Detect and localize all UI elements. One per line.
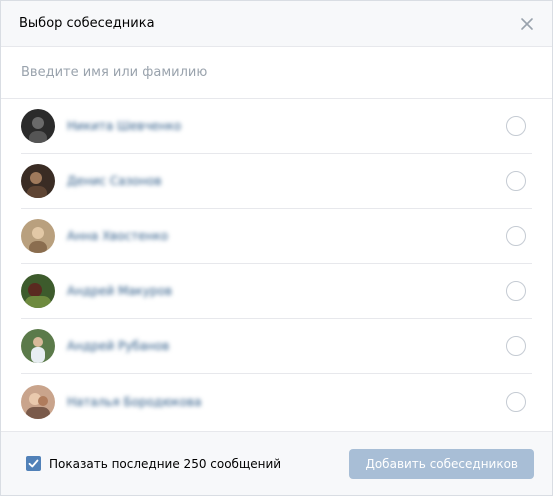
contact-name: Денис Сазонов (67, 174, 162, 188)
checkmark-icon (28, 459, 39, 468)
avatar (21, 219, 55, 253)
select-radio[interactable] (506, 281, 526, 301)
contact-name: Андрей Рубанов (67, 339, 170, 353)
avatar (21, 164, 55, 198)
avatar (21, 384, 55, 419)
dialog-footer: Показать последние 250 сообщений Добавит… (1, 431, 552, 495)
show-last-label: Показать последние 250 сообщений (49, 456, 282, 471)
avatar (21, 274, 55, 308)
contact-name: Андрей Макуров (67, 284, 173, 298)
select-radio[interactable] (506, 171, 526, 191)
select-radio[interactable] (506, 226, 526, 246)
avatar (21, 329, 55, 363)
show-last-option[interactable]: Показать последние 250 сообщений (26, 456, 281, 471)
list-item[interactable]: Андрей Рубанов (21, 319, 532, 374)
list-item[interactable]: Андрей Макуров (21, 264, 532, 319)
contact-name: Наталья Бородюкова (67, 394, 202, 409)
dialog-title: Выбор собеседника (19, 16, 155, 31)
search-input[interactable] (21, 65, 532, 80)
checkbox[interactable] (26, 456, 41, 471)
list-item[interactable]: Наталья Бородюкова (21, 374, 532, 429)
close-icon[interactable] (520, 17, 534, 31)
list-item[interactable]: Анна Хвостенко (21, 209, 532, 264)
list-item[interactable]: Денис Сазонов (21, 154, 532, 209)
select-radio[interactable] (506, 391, 526, 412)
select-radio[interactable] (506, 336, 526, 356)
contact-list: Никита Шевченко Денис Сазонов Анна Хвост… (1, 99, 552, 429)
contact-name: Никита Шевченко (67, 119, 182, 133)
list-item[interactable]: Никита Шевченко (21, 99, 532, 154)
select-radio[interactable] (506, 116, 526, 136)
search-bar (1, 47, 552, 99)
chat-picker-dialog: Выбор собеседника Никита Шевченко Денис … (0, 0, 553, 496)
avatar (21, 109, 55, 143)
add-participants-button[interactable]: Добавить собеседников (349, 448, 534, 479)
contact-name: Анна Хвостенко (67, 229, 169, 243)
dialog-header: Выбор собеседника (1, 1, 552, 47)
